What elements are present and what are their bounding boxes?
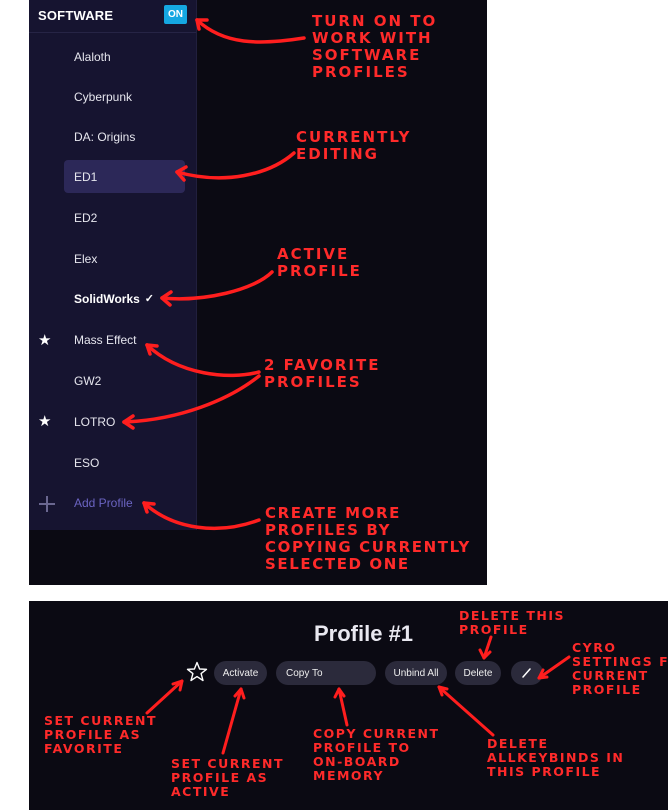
delete-button[interactable]: Delete <box>455 661 501 685</box>
favorite-star-icon[interactable]: ★ <box>38 333 51 348</box>
profile-label: ESO <box>74 455 100 470</box>
annotation-copy: COPY CURRENT PROFILE TO ON-BOARD MEMORY <box>313 726 440 783</box>
annotation-delete: DELETE THIS PROFILE <box>459 608 565 637</box>
profile-label: Cyberpunk <box>74 89 133 104</box>
profile-label: Elex <box>74 251 98 266</box>
profile-item-elex[interactable]: Elex <box>64 242 185 275</box>
profile-item-eso[interactable]: ESO <box>64 446 185 479</box>
profile-editor-panel: Profile #1 Activate Copy To Unbind All D… <box>29 601 668 810</box>
unbind-all-button[interactable]: Unbind All <box>385 661 447 685</box>
profile-item-ed1[interactable]: ED1 <box>64 160 185 193</box>
software-profiles-panel: SOFTWARE ON Alaloth Cyberpunk DA: Origin… <box>29 0 487 585</box>
annotation-favorites: 2 FAVORITE PROFILES <box>264 356 381 391</box>
profile-item-da-origins[interactable]: DA: Origins <box>64 120 185 153</box>
profile-item-lotro[interactable]: LOTRO <box>64 405 185 438</box>
profile-title: Profile #1 <box>314 621 414 646</box>
profile-label: GW2 <box>74 373 102 388</box>
sidebar-title: SOFTWARE <box>38 8 114 23</box>
software-sidebar: SOFTWARE ON Alaloth Cyberpunk DA: Origin… <box>29 0 197 530</box>
active-check-icon: ✓ <box>144 293 155 305</box>
profile-item-gw2[interactable]: GW2 <box>64 364 185 397</box>
pencil-icon <box>522 668 531 678</box>
profile-label: ED1 <box>74 169 98 184</box>
add-profile-button[interactable]: Add Profile <box>74 496 133 510</box>
cyro-settings-button[interactable] <box>511 661 543 685</box>
profile-label: ED2 <box>74 210 98 225</box>
profile-label: LOTRO <box>74 414 116 429</box>
profile-label: Mass Effect <box>74 332 137 347</box>
profile-item-ed2[interactable]: ED2 <box>64 201 185 234</box>
software-toggle[interactable]: ON <box>164 5 187 24</box>
annotation-toggle: TURN ON TO WORK WITH SOFTWARE PROFILES <box>312 12 438 81</box>
profile-label: SolidWorks <box>74 291 140 306</box>
annotation-active: ACTIVE PROFILE <box>277 245 362 280</box>
profile-item-cyberpunk[interactable]: Cyberpunk <box>64 80 185 113</box>
profile-item-solidworks[interactable]: SolidWorks ✓ <box>64 282 185 315</box>
annotation-activate: SET CURRENT PROFILE AS ACTIVE <box>171 756 285 799</box>
add-icon[interactable] <box>39 496 55 512</box>
profile-item-alaloth[interactable]: Alaloth <box>64 40 185 73</box>
annotation-editing: CURRENTLY EDITING <box>296 128 412 163</box>
favorite-star-icon[interactable]: ★ <box>38 414 51 429</box>
copy-to-button[interactable]: Copy To <box>276 661 376 685</box>
profile-label: DA: Origins <box>74 129 136 144</box>
activate-button[interactable]: Activate <box>214 661 267 685</box>
annotation-create: CREATE MORE PROFILES BY COPYING CURRENTLY S… <box>265 504 471 573</box>
sidebar-header: SOFTWARE ON <box>29 0 196 33</box>
annotation-unbind: DELETE ALLKEYBINDS IN THIS PROFILE <box>487 736 625 779</box>
favorite-star-icon[interactable] <box>185 660 209 684</box>
annotation-cyro: CYROSETTINGS FORCURRENTPROFILE <box>572 640 668 697</box>
profile-label: Alaloth <box>74 49 111 64</box>
profile-item-mass-effect[interactable]: Mass Effect <box>64 323 185 356</box>
annotation-favorite: SET CURRENT PROFILE AS FAVORITE <box>44 713 158 756</box>
